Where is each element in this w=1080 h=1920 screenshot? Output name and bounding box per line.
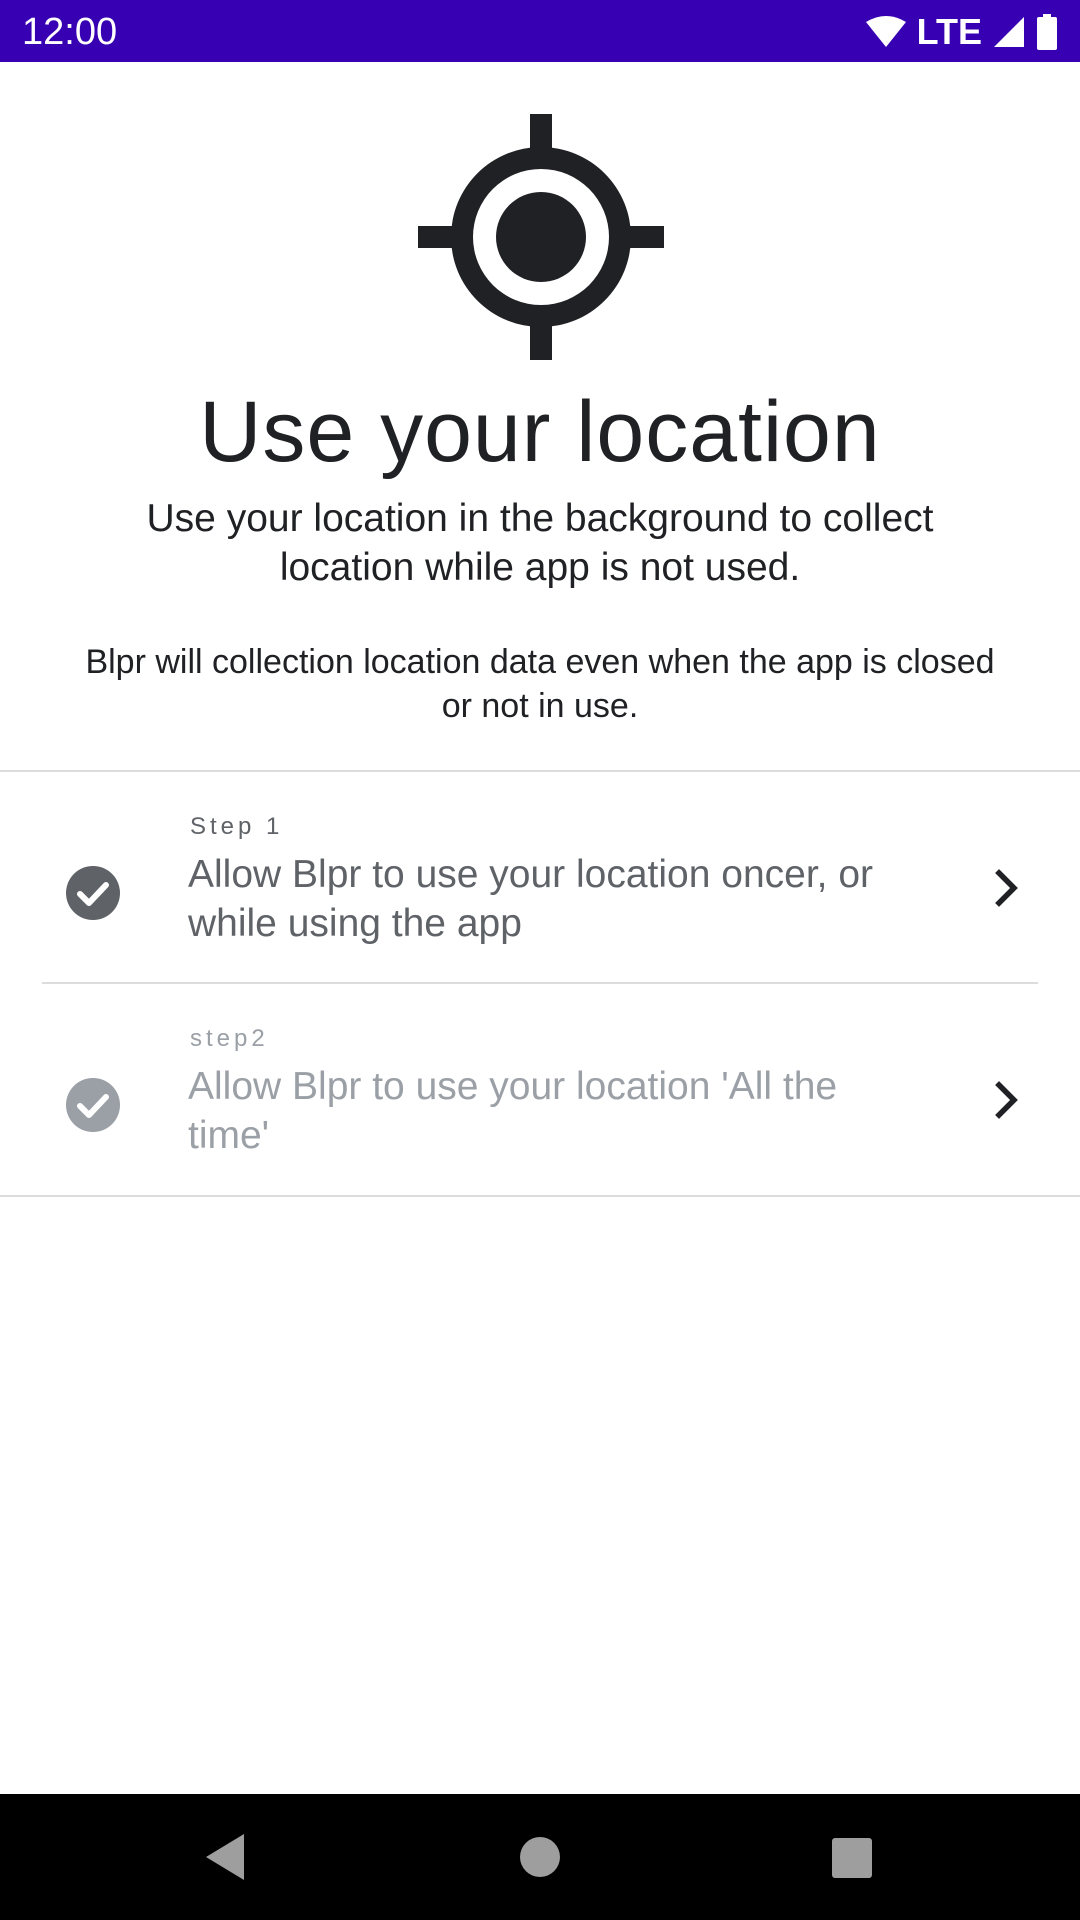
back-icon[interactable] <box>192 1824 258 1890</box>
check-circle-icon <box>66 1078 120 1132</box>
cell-signal-icon <box>994 17 1024 47</box>
network-type-label: LTE <box>916 11 982 52</box>
chevron-right-icon <box>995 1081 1018 1119</box>
step-2-row[interactable]: step2 Allow Blpr to use your location 'A… <box>0 984 1080 1194</box>
divider-bottom <box>0 1195 1080 1197</box>
check-circle-icon <box>66 866 120 920</box>
location-permission-screen: 12:00 LTE Use your location Use your loc… <box>0 0 1080 1920</box>
home-icon[interactable] <box>507 1824 573 1890</box>
battery-icon <box>1037 14 1057 50</box>
page-title: Use your location <box>199 384 881 480</box>
step-2-text: Allow Blpr to use your location 'All the… <box>188 1065 838 1157</box>
step-1-label: Step 1 <box>190 813 284 840</box>
recents-icon[interactable] <box>818 1824 884 1890</box>
step-2-label: step2 <box>190 1025 269 1052</box>
location-crosshair-icon <box>418 114 664 360</box>
wifi-icon <box>865 16 906 47</box>
status-time: 12:00 <box>22 11 118 53</box>
step-1-text: Allow Blpr to use your location oncer, o… <box>188 853 874 945</box>
status-bar: 12:00 LTE <box>0 0 1080 62</box>
navigation-bar <box>0 1794 1080 1920</box>
step-1-row[interactable]: Step 1 Allow Blpr to use your location o… <box>0 772 1080 982</box>
page-description: Blpr will collection location data even … <box>85 643 995 725</box>
status-icons: LTE <box>865 10 1058 54</box>
chevron-right-icon <box>995 869 1018 907</box>
page-subtitle: Use your location in the background to c… <box>146 497 934 589</box>
